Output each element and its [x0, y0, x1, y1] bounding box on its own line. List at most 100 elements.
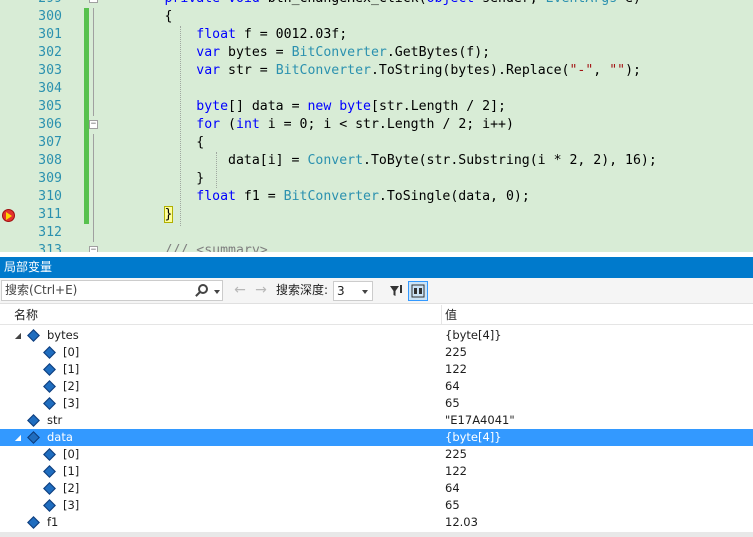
code-text[interactable]: {: [101, 134, 204, 152]
variable-value[interactable]: 225: [445, 344, 467, 361]
code-line[interactable]: 308 data[i] = Convert.ToByte(str.Substri…: [0, 152, 753, 170]
locals-row[interactable]: ◢ bytes {byte[4]}: [0, 327, 753, 344]
fold-guide: [93, 98, 94, 116]
code-line[interactable]: 312: [0, 224, 753, 242]
search-depth-select[interactable]: 3: [333, 281, 373, 301]
code-line[interactable]: 300 {: [0, 8, 753, 26]
change-tracking-bar: [84, 80, 89, 98]
variable-name: [0]: [63, 447, 80, 461]
code-text[interactable]: var str = BitConverter.ToString(bytes).R…: [101, 62, 641, 80]
code-line[interactable]: 306 − for (int i = 0; i < str.Length / 2;…: [0, 116, 753, 134]
fold-guide: [93, 44, 94, 62]
code-text[interactable]: float f = 0012.03f;: [101, 26, 347, 44]
variable-value[interactable]: 12.03: [445, 514, 478, 531]
code-text[interactable]: byte[] data = new byte[str.Length / 2];: [101, 98, 506, 116]
expand-toggle-icon[interactable]: ◢: [13, 429, 23, 446]
search-input[interactable]: 搜索(Ctrl+E): [1, 280, 223, 301]
variable-value[interactable]: 225: [445, 446, 467, 463]
code-line[interactable]: 307 {: [0, 134, 753, 152]
column-header-value[interactable]: 值: [445, 305, 457, 325]
variable-value[interactable]: 122: [445, 463, 467, 480]
code-line[interactable]: 313 − /// <summary>: [0, 242, 753, 252]
code-token: BitConverter: [275, 63, 371, 78]
code-token: btn_ChangeHex_Click(: [260, 0, 427, 6]
code-text[interactable]: for (int i = 0; i < str.Length / 2; i++): [101, 116, 514, 134]
line-number: 305: [38, 99, 62, 114]
code-line[interactable]: 309 }: [0, 170, 753, 188]
variable-value[interactable]: {byte[4]}: [445, 327, 502, 344]
search-dropdown-icon[interactable]: [214, 290, 220, 294]
code-line[interactable]: 299 − private void btn_ChangeHex_Click(ob…: [0, 0, 753, 8]
line-number: 312: [38, 225, 62, 240]
code-text[interactable]: data[i] = Convert.ToByte(str.Substring(i…: [101, 152, 657, 170]
variable-value[interactable]: 64: [445, 480, 460, 497]
column-header-name[interactable]: 名称: [14, 305, 38, 325]
hex-display-button[interactable]: [408, 281, 428, 301]
filter-pin-button[interactable]: [386, 281, 406, 301]
variable-name: [2]: [63, 481, 80, 495]
code-text[interactable]: float f1 = BitConverter.ToSingle(data, 0…: [101, 188, 529, 206]
code-line[interactable]: 305 byte[] data = new byte[str.Length / …: [0, 98, 753, 116]
variable-value[interactable]: {byte[4]}: [445, 429, 502, 446]
variable-value[interactable]: 65: [445, 497, 460, 514]
expand-toggle-icon[interactable]: ◢: [13, 327, 23, 344]
code-token: .ToString(bytes).Replace(: [370, 63, 570, 78]
code-line[interactable]: 311 }: [0, 206, 753, 224]
locals-row[interactable]: [3] 65: [0, 395, 753, 412]
variable-value[interactable]: 65: [445, 395, 460, 412]
code-token: byte: [339, 99, 371, 114]
fold-guide: [93, 8, 94, 26]
code-text[interactable]: /// <summary>: [101, 242, 268, 252]
column-separator[interactable]: [441, 305, 442, 325]
code-text[interactable]: }: [101, 170, 204, 188]
locals-row[interactable]: [0] 225: [0, 344, 753, 361]
code-line[interactable]: 304: [0, 80, 753, 98]
variable-value[interactable]: 64: [445, 378, 460, 395]
locals-grid[interactable]: 名称 值 ◢ bytes {byte[4]} [0] 225 [1] 122 [2] 64 [3]…: [0, 305, 753, 537]
line-number: 309: [38, 171, 62, 186]
locals-row[interactable]: [0] 225: [0, 446, 753, 463]
code-token: Convert: [307, 153, 364, 168]
code-line[interactable]: 302 var bytes = BitConverter.GetBytes(f)…: [0, 44, 753, 62]
locals-row[interactable]: ◢ data {byte[4]}: [0, 429, 753, 446]
code-text[interactable]: private void btn_ChangeHex_Click(object …: [101, 0, 641, 8]
search-icon[interactable]: [198, 284, 208, 294]
code-line[interactable]: 303 var str = BitConverter.ToString(byte…: [0, 62, 753, 80]
current-statement-arrow-icon[interactable]: [2, 209, 15, 222]
locals-row[interactable]: [1] 122: [0, 361, 753, 378]
locals-row[interactable]: [1] 122: [0, 463, 753, 480]
fold-toggle-icon[interactable]: −: [89, 246, 98, 252]
search-forward-button[interactable]: →: [252, 280, 270, 301]
variable-value[interactable]: "E17A4041": [445, 412, 515, 429]
code-token: float: [196, 27, 236, 42]
code-token: var: [196, 45, 221, 60]
locals-window-title[interactable]: 局部变量: [0, 257, 753, 278]
locals-row[interactable]: f1 12.03: [0, 514, 753, 531]
locals-row[interactable]: [2] 64: [0, 480, 753, 497]
code-editor[interactable]: 299 − private void btn_ChangeHex_Click(ob…: [0, 0, 753, 252]
variable-name: bytes: [47, 328, 79, 342]
code-text[interactable]: }: [101, 206, 174, 224]
locals-row[interactable]: [2] 64: [0, 378, 753, 395]
code-token: .ToByte(str.Substring(i * 2, 2), 16);: [363, 153, 657, 168]
code-line[interactable]: 301 float f = 0012.03f;: [0, 26, 753, 44]
fold-toggle-icon[interactable]: −: [89, 0, 98, 3]
locals-row[interactable]: str "E17A4041": [0, 412, 753, 429]
locals-row[interactable]: [3] 65: [0, 497, 753, 514]
change-tracking-bar: [84, 62, 89, 80]
code-text[interactable]: var bytes = BitConverter.GetBytes(f);: [101, 44, 490, 62]
code-text[interactable]: {: [101, 8, 173, 26]
code-line[interactable]: 310 float f1 = BitConverter.ToSingle(dat…: [0, 188, 753, 206]
fold-toggle-icon[interactable]: −: [89, 120, 98, 129]
line-number: 307: [38, 135, 62, 150]
search-back-button[interactable]: ←: [231, 280, 249, 301]
variable-value[interactable]: 122: [445, 361, 467, 378]
code-token: BitConverter: [291, 45, 387, 60]
code-token: object: [427, 0, 475, 6]
